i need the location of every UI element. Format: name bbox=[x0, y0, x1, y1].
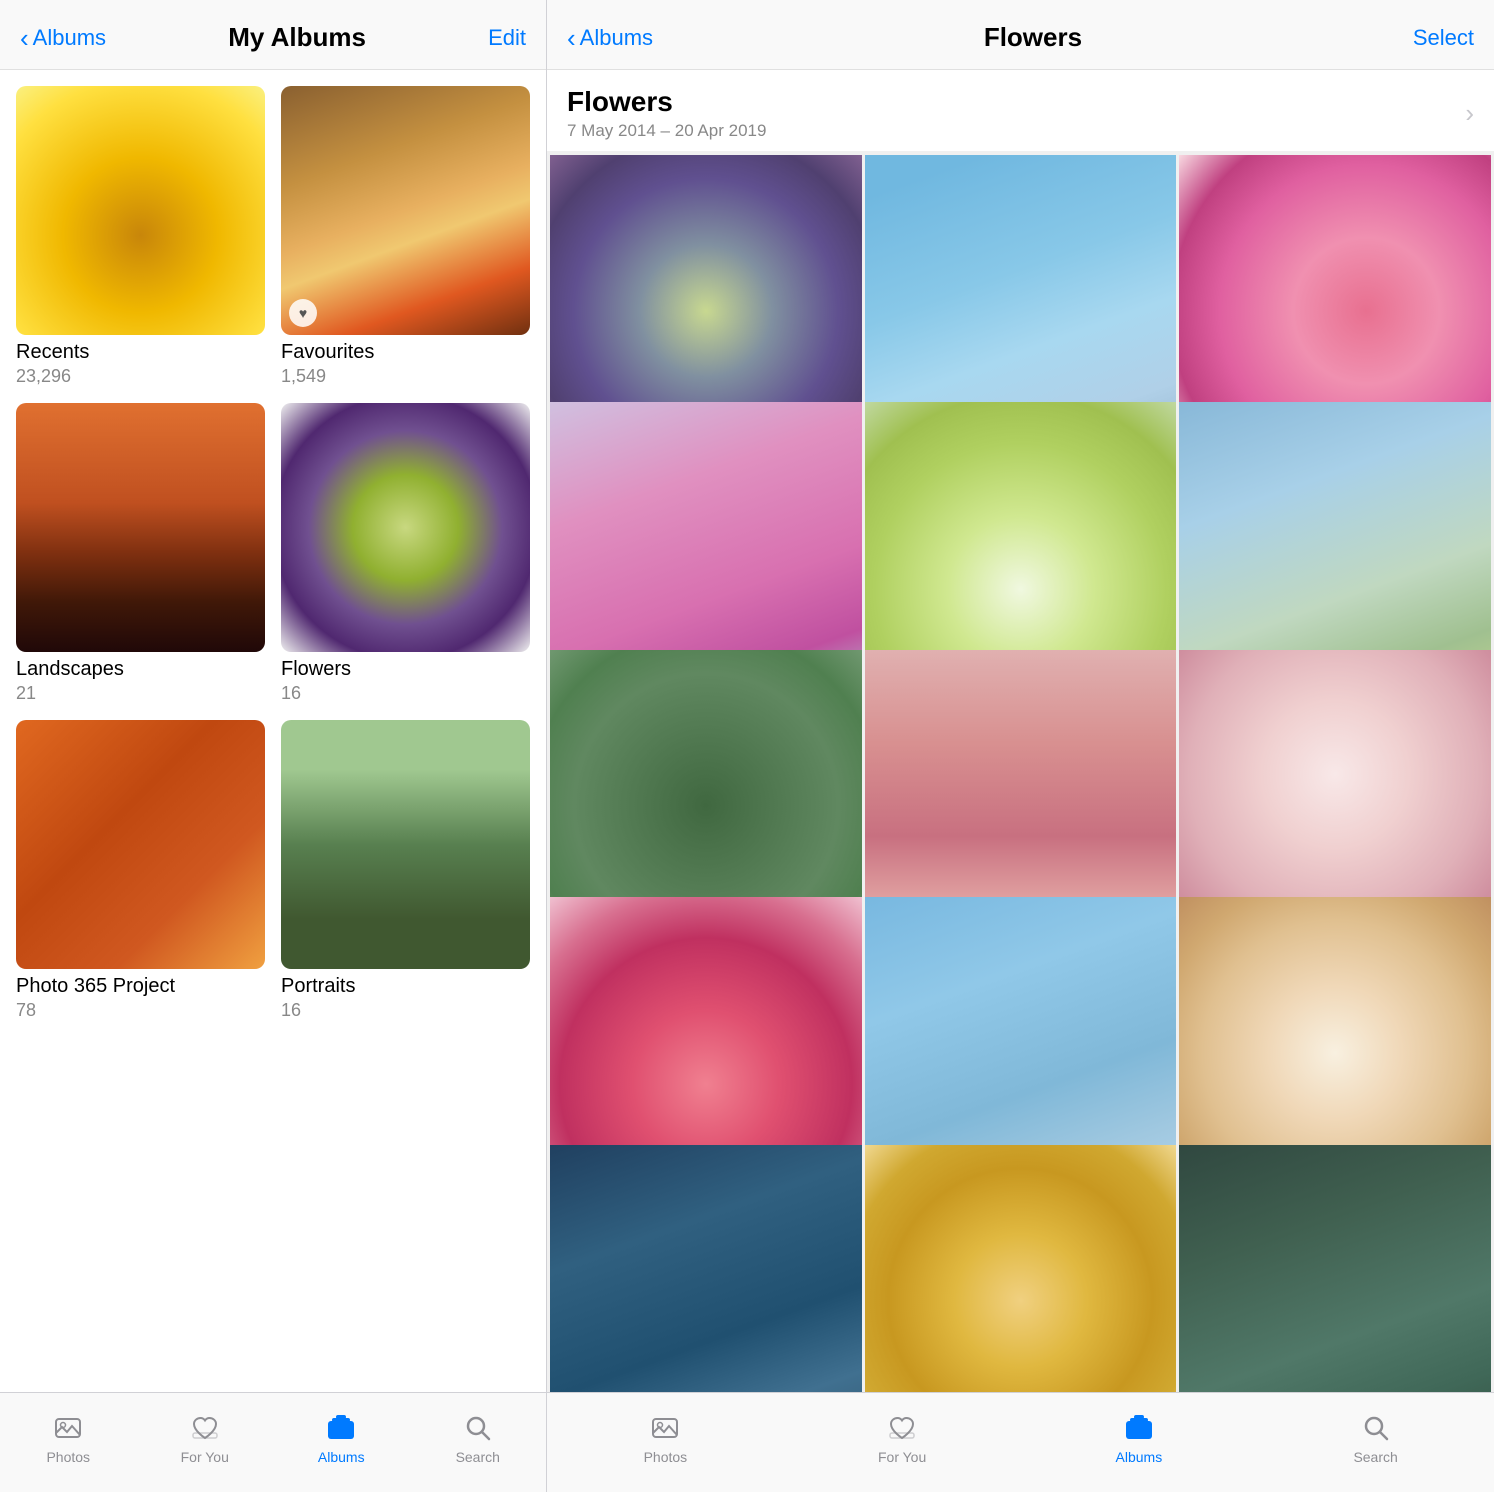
right-tab-label-albums: Albums bbox=[1116, 1449, 1163, 1465]
photo-cell[interactable] bbox=[550, 1145, 862, 1392]
right-photos-icon bbox=[648, 1411, 682, 1445]
album-count-photo365: 78 bbox=[16, 1000, 265, 1021]
album-item-landscapes[interactable]: Landscapes21 bbox=[16, 403, 265, 704]
album-count-recents: 23,296 bbox=[16, 366, 265, 387]
album-item-portraits[interactable]: Portraits16 bbox=[281, 720, 530, 1021]
left-tab-albums[interactable]: Albums bbox=[273, 1411, 410, 1465]
left-tab-foryou[interactable]: For You bbox=[137, 1411, 274, 1465]
album-name-photo365: Photo 365 Project bbox=[16, 975, 265, 998]
album-thumb-photo365 bbox=[16, 720, 265, 969]
album-name-recents: Recents bbox=[16, 341, 265, 364]
right-chevron-icon: ‹ bbox=[567, 25, 576, 51]
albums-grid: Recents23,296♥Favourites1,549Landscapes2… bbox=[16, 86, 530, 1037]
photos-grid: ♥♥♥♥♥♥♥ bbox=[547, 152, 1494, 1392]
photo-thumbnail bbox=[865, 1145, 1177, 1392]
album-item-favourites[interactable]: ♥ Favourites1,549 bbox=[281, 86, 530, 387]
album-thumb-landscapes bbox=[16, 403, 265, 652]
left-nav-bar: ‹ Albums My Albums Edit bbox=[0, 0, 546, 70]
album-item-flowers[interactable]: Flowers16 bbox=[281, 403, 530, 704]
right-tab-label-foryou: For You bbox=[878, 1449, 926, 1465]
left-chevron-icon: ‹ bbox=[20, 25, 29, 51]
album-item-photo365[interactable]: Photo 365 Project78 bbox=[16, 720, 265, 1021]
left-back-label: Albums bbox=[33, 25, 106, 51]
left-tab-label-foryou: For You bbox=[181, 1449, 229, 1465]
right-tab-label-photos: Photos bbox=[644, 1449, 688, 1465]
right-nav-title: Flowers bbox=[984, 22, 1082, 53]
photo-cell[interactable] bbox=[1179, 1145, 1491, 1392]
album-header-chevron-icon[interactable]: › bbox=[1465, 98, 1474, 129]
left-panel: ‹ Albums My Albums Edit Recents23,296 ♥ Fa… bbox=[0, 0, 547, 1492]
photo-cell[interactable] bbox=[865, 1145, 1177, 1392]
left-nav-title: My Albums bbox=[228, 22, 366, 53]
search-icon bbox=[461, 1411, 495, 1445]
left-tab-search[interactable]: Search bbox=[410, 1411, 547, 1465]
album-name-favourites: Favourites bbox=[281, 341, 530, 364]
right-tab-albums[interactable]: Albums bbox=[1021, 1411, 1258, 1465]
right-panel: ‹ Albums Flowers Select Flowers 7 May 20… bbox=[547, 0, 1494, 1492]
right-tab-label-search: Search bbox=[1353, 1449, 1397, 1465]
photos-icon bbox=[51, 1411, 85, 1445]
album-name-landscapes: Landscapes bbox=[16, 658, 265, 681]
album-count-favourites: 1,549 bbox=[281, 366, 530, 387]
right-tab-photos[interactable]: Photos bbox=[547, 1411, 784, 1465]
album-thumb-recents bbox=[16, 86, 265, 335]
album-item-recents[interactable]: Recents23,296 bbox=[16, 86, 265, 387]
right-foryou-icon bbox=[885, 1411, 919, 1445]
right-search-icon bbox=[1359, 1411, 1393, 1445]
album-name-flowers: Flowers bbox=[281, 658, 530, 681]
album-date-range: 7 May 2014 – 20 Apr 2019 bbox=[567, 121, 766, 141]
album-header-text: Flowers 7 May 2014 – 20 Apr 2019 bbox=[567, 86, 766, 141]
left-edit-button[interactable]: Edit bbox=[488, 25, 526, 51]
right-tab-foryou[interactable]: For You bbox=[784, 1411, 1021, 1465]
heart-badge: ♥ bbox=[289, 299, 317, 327]
right-nav-bar: ‹ Albums Flowers Select bbox=[547, 0, 1494, 70]
left-tab-photos[interactable]: Photos bbox=[0, 1411, 137, 1465]
left-back-button[interactable]: ‹ Albums bbox=[20, 25, 106, 51]
album-count-landscapes: 21 bbox=[16, 683, 265, 704]
albums-icon bbox=[324, 1411, 358, 1445]
album-count-portraits: 16 bbox=[281, 1000, 530, 1021]
album-header: Flowers 7 May 2014 – 20 Apr 2019 › bbox=[547, 70, 1494, 152]
right-albums-icon bbox=[1122, 1411, 1156, 1445]
album-name-portraits: Portraits bbox=[281, 975, 530, 998]
foryou-icon bbox=[188, 1411, 222, 1445]
left-tab-label-photos: Photos bbox=[46, 1449, 90, 1465]
right-back-label: Albums bbox=[580, 25, 653, 51]
flowers-album-title: Flowers bbox=[567, 86, 766, 118]
photo-thumbnail bbox=[1179, 1145, 1491, 1392]
right-tab-bar: Photos For You Albums Search bbox=[547, 1392, 1494, 1492]
right-back-button[interactable]: ‹ Albums bbox=[567, 25, 653, 51]
album-thumb-flowers bbox=[281, 403, 530, 652]
left-tab-label-albums: Albums bbox=[318, 1449, 365, 1465]
album-count-flowers: 16 bbox=[281, 683, 530, 704]
album-thumb-portraits bbox=[281, 720, 530, 969]
albums-scroll: Recents23,296♥Favourites1,549Landscapes2… bbox=[0, 70, 546, 1392]
photo-thumbnail bbox=[550, 1145, 862, 1392]
right-tab-search[interactable]: Search bbox=[1257, 1411, 1494, 1465]
left-tab-bar: Photos For You Albums Search bbox=[0, 1392, 546, 1492]
right-select-button[interactable]: Select bbox=[1413, 25, 1474, 51]
album-thumb-favourites: ♥ bbox=[281, 86, 530, 335]
left-tab-label-search: Search bbox=[456, 1449, 500, 1465]
